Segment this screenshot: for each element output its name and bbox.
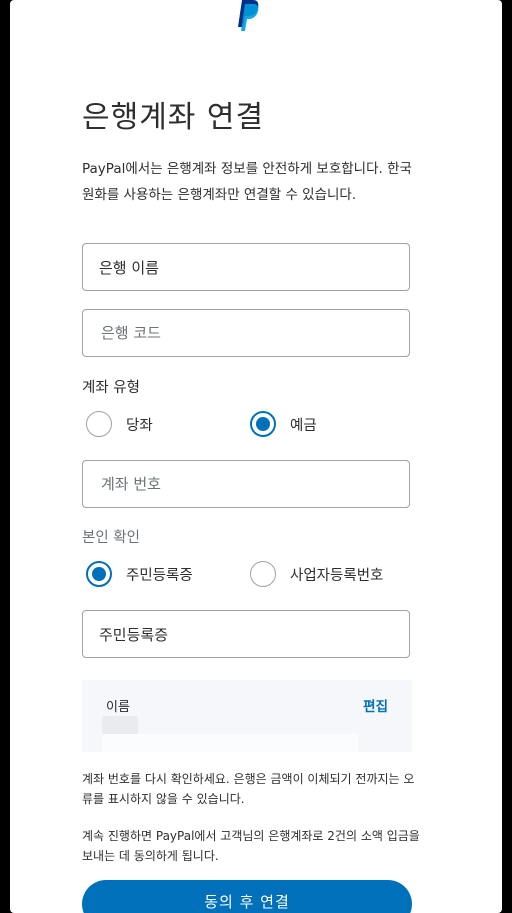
page-sheet: 은행계좌 연결 PayPal에서는 은행계좌 정보를 안전하게 보호합니다. 한… xyxy=(10,0,502,913)
consent-notice: 계속 진행하면 PayPal에서 고객님의 은행계좌로 2건의 소액 입금을 보… xyxy=(82,829,420,863)
intro-text: PayPal에서는 은행계좌 정보를 안전하게 보호합니다. 한국 원화를 사용… xyxy=(82,161,412,203)
radio-checking-circle[interactable] xyxy=(86,411,112,437)
radio-selected-dot xyxy=(256,417,270,431)
radio-resident-id-circle[interactable] xyxy=(86,561,112,587)
radio-resident-id[interactable]: 주민등록증 xyxy=(86,561,193,587)
radio-business-number-circle[interactable] xyxy=(250,561,276,587)
account-type-label: 계좌 유형 xyxy=(82,380,140,396)
radio-savings-circle[interactable] xyxy=(250,411,276,437)
radio-savings-label: 예금 xyxy=(290,417,317,434)
bank-code-input[interactable] xyxy=(99,323,393,343)
redacted-name-line xyxy=(102,734,358,752)
radio-savings[interactable]: 예금 xyxy=(250,411,317,437)
radio-checking-label: 당좌 xyxy=(126,417,153,434)
verify-notice: 계좌 번호를 다시 확인하세요. 은행은 금액이 이체되기 전까지는 오류를 표… xyxy=(82,772,415,806)
agree-and-link-button[interactable]: 동의 후 연결 xyxy=(82,880,412,913)
account-number-field[interactable] xyxy=(82,460,410,508)
radio-business-number[interactable]: 사업자등록번호 xyxy=(250,561,383,587)
radio-business-number-label: 사업자등록번호 xyxy=(290,567,384,584)
paypal-logo-icon xyxy=(238,0,259,31)
id-number-value: 주민등록증 xyxy=(99,625,169,644)
bank-code-field[interactable] xyxy=(82,309,410,357)
name-label: 이름 xyxy=(106,700,130,715)
id-number-field[interactable]: 주민등록증 xyxy=(82,610,410,658)
radio-checking[interactable]: 당좌 xyxy=(86,411,153,437)
bank-name-field[interactable]: 은행 이름 xyxy=(82,243,410,291)
bank-name-value: 은행 이름 xyxy=(99,258,159,277)
name-section: 이름 편집 xyxy=(82,680,412,752)
account-number-input[interactable] xyxy=(99,474,393,494)
identity-label: 본인 확인 xyxy=(82,530,140,546)
page-title: 은행계좌 연결 xyxy=(82,100,265,135)
edit-name-link[interactable]: 편집 xyxy=(363,695,388,715)
redacted-name xyxy=(102,716,138,734)
radio-selected-dot xyxy=(92,567,106,581)
radio-resident-id-label: 주민등록증 xyxy=(126,567,193,584)
